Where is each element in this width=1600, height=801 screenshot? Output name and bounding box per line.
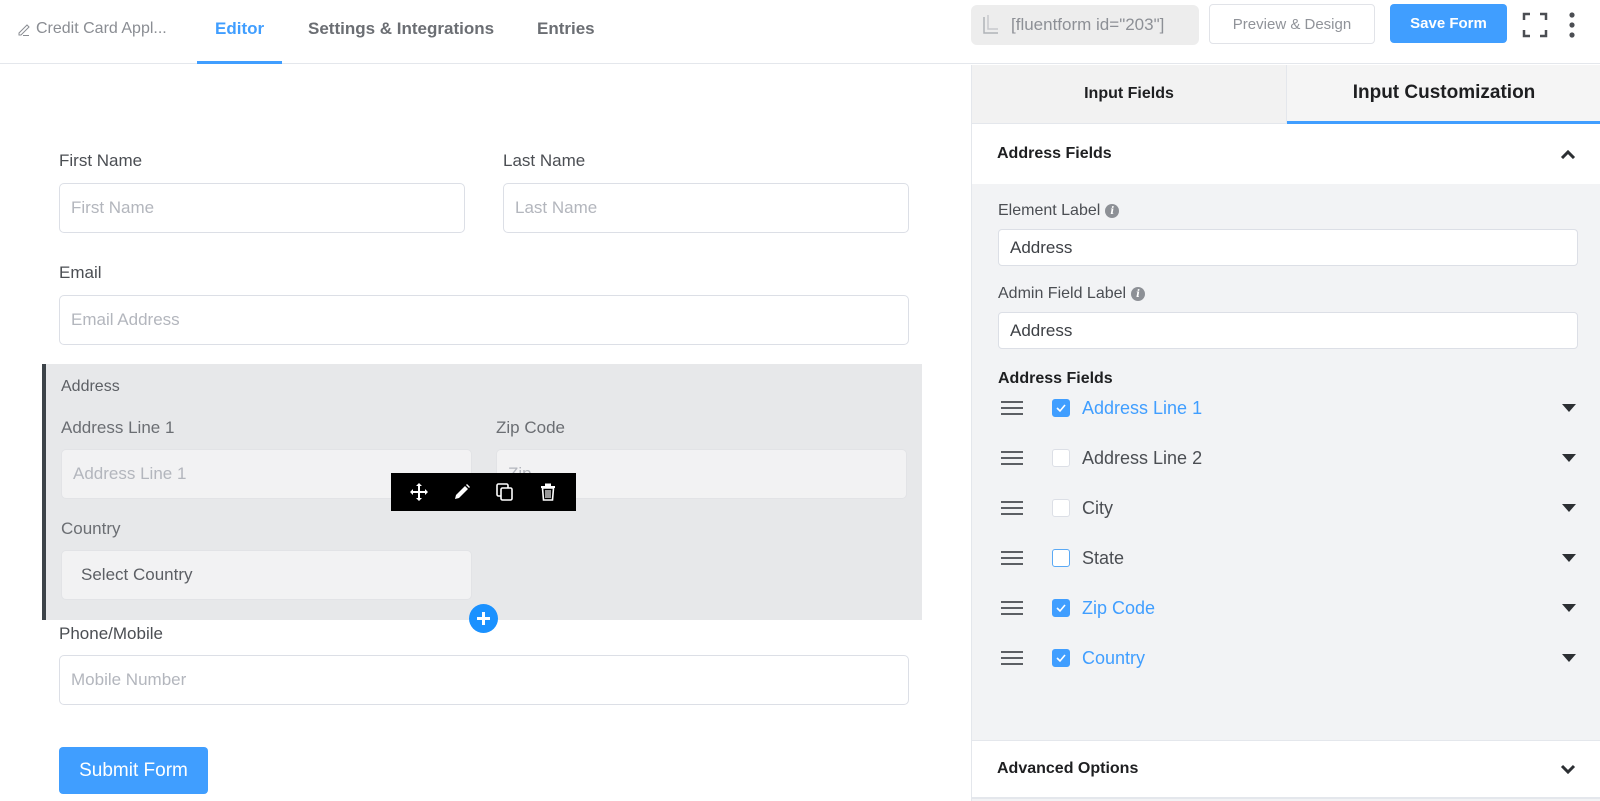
drag-handle-icon[interactable]	[1001, 550, 1023, 566]
address-field-checkbox[interactable]	[1052, 599, 1070, 617]
zip-code-label: Zip Code	[496, 418, 565, 437]
edit-icon[interactable]	[451, 481, 473, 503]
address-field-checkbox[interactable]	[1052, 549, 1070, 567]
section-title: Address Fields	[997, 145, 1112, 162]
chevron-up-icon	[1560, 149, 1576, 159]
info-icon[interactable]: i	[1131, 287, 1146, 301]
address-block-title: Address	[61, 378, 120, 395]
caret-down-icon[interactable]	[1562, 653, 1576, 663]
address-field-label: Country	[1082, 647, 1146, 668]
address-field-row: Address Line 1	[998, 393, 1578, 423]
add-field-button[interactable]	[469, 604, 498, 633]
admin-field-label-label: Admin Field Label i	[998, 285, 1146, 303]
address-field-label: Address Line 1	[1082, 397, 1203, 418]
drag-handle-icon[interactable]	[1001, 450, 1023, 466]
form-editor-canvas: First Name First Name Last Name Last Nam…	[0, 65, 970, 801]
checkmark-icon	[1056, 654, 1066, 663]
address-field-checkbox[interactable]	[1052, 449, 1070, 467]
delete-icon[interactable]	[537, 481, 559, 503]
tab-editor[interactable]: Editor	[197, 0, 283, 64]
address-field-row: State	[998, 543, 1578, 573]
caret-down-icon[interactable]	[1562, 503, 1576, 513]
tab-input-fields[interactable]: Input Fields	[972, 65, 1287, 124]
email-input[interactable]: Email Address	[59, 295, 909, 345]
phone-label: Phone/Mobile	[59, 624, 163, 643]
move-icon[interactable]	[408, 481, 430, 503]
top-bar: Credit Card Appl... Editor Settings & In…	[0, 0, 1600, 64]
chevron-down-icon	[1560, 764, 1576, 774]
advanced-options-title: Advanced Options	[997, 760, 1139, 777]
caret-down-icon[interactable]	[1562, 453, 1576, 463]
tab-settings-integrations[interactable]: Settings & Integrations	[290, 0, 512, 64]
plus-icon	[477, 612, 490, 625]
shortcode-copy[interactable]: [fluentform id="203"]	[971, 5, 1199, 45]
duplicate-icon[interactable]	[494, 481, 516, 503]
element-label-label: Element Label i	[998, 202, 1120, 220]
address-line1-label: Address Line 1	[61, 418, 175, 437]
address-field-row: Country	[998, 643, 1578, 673]
caret-down-icon[interactable]	[1562, 553, 1576, 563]
form-title[interactable]: Credit Card Appl...	[16, 20, 167, 38]
submit-form-button[interactable]: Submit Form	[59, 747, 208, 794]
admin-field-label-text: Admin Field Label	[998, 285, 1127, 302]
address-field-row: City	[998, 493, 1578, 523]
shortcode-text: [fluentform id="203"]	[1011, 15, 1165, 34]
copy-icon	[983, 15, 998, 34]
admin-field-label-input[interactable]: Address	[998, 312, 1578, 349]
tab-entries[interactable]: Entries	[519, 0, 613, 64]
panel-tabs: Input Fields Input Customization	[972, 65, 1600, 124]
address-field-row: Address Line 2	[998, 443, 1578, 473]
first-name-input[interactable]: First Name	[59, 183, 465, 233]
country-label: Country	[61, 519, 121, 538]
element-label-input[interactable]: Address	[998, 229, 1578, 266]
email-label: Email	[59, 263, 102, 282]
drag-handle-icon[interactable]	[1001, 650, 1023, 666]
info-icon[interactable]: i	[1105, 204, 1120, 218]
advanced-options-header[interactable]: Advanced Options	[972, 740, 1600, 799]
more-options-icon[interactable]	[1566, 10, 1578, 40]
checkmark-icon	[1056, 604, 1066, 613]
preview-design-button[interactable]: Preview & Design	[1209, 4, 1375, 44]
fullscreen-icon[interactable]	[1522, 12, 1548, 38]
checkmark-icon	[1056, 404, 1066, 413]
settings-panel: Input Fields Input Customization Address…	[971, 65, 1600, 801]
address-field-label: Zip Code	[1082, 597, 1156, 618]
address-field-checkbox[interactable]	[1052, 399, 1070, 417]
form-title-text: Credit Card Appl...	[36, 20, 167, 37]
country-select[interactable]: Select Country	[61, 550, 472, 600]
drag-handle-icon[interactable]	[1001, 600, 1023, 616]
last-name-input[interactable]: Last Name	[503, 183, 909, 233]
first-name-label: First Name	[59, 151, 143, 170]
field-action-toolbar	[391, 473, 576, 511]
address-fields-section-header[interactable]: Address Fields	[972, 124, 1600, 184]
pencil-icon	[18, 24, 30, 36]
address-field-label: City	[1082, 497, 1113, 518]
address-field-label: State	[1082, 547, 1125, 568]
element-label-text: Element Label	[998, 202, 1101, 219]
drag-handle-icon[interactable]	[1001, 500, 1023, 516]
caret-down-icon[interactable]	[1562, 403, 1576, 413]
caret-down-icon[interactable]	[1562, 603, 1576, 613]
drag-handle-icon[interactable]	[1001, 400, 1023, 416]
save-form-button[interactable]: Save Form	[1390, 4, 1507, 43]
phone-input[interactable]: Mobile Number	[59, 655, 909, 705]
address-fields-heading: Address Fields	[998, 370, 1113, 387]
address-field-checkbox[interactable]	[1052, 499, 1070, 517]
address-field-label: Address Line 2	[1082, 447, 1203, 468]
tab-input-customization[interactable]: Input Customization	[1287, 65, 1600, 124]
address-field-checkbox[interactable]	[1052, 649, 1070, 667]
last-name-label: Last Name	[503, 151, 586, 170]
address-field-row: Zip Code	[998, 593, 1578, 623]
